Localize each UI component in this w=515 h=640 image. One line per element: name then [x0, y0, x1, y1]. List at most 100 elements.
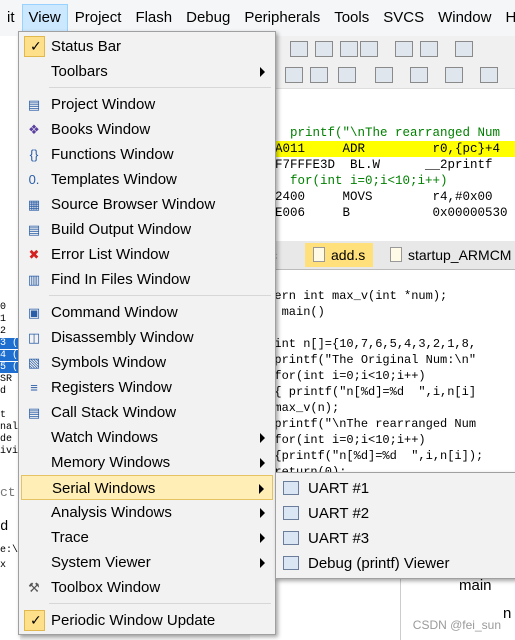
menubar-item-it[interactable]: it	[0, 4, 22, 32]
left-strip-text: 3 (	[0, 338, 19, 349]
code-line: max_v(n);	[260, 401, 340, 415]
menu-item-registers-window[interactable]: ≡ Registers Window	[21, 375, 273, 400]
toolbar-icon[interactable]	[375, 67, 393, 83]
uart-icon	[283, 531, 299, 545]
toolbar-icon[interactable]	[310, 67, 328, 83]
uart-icon	[283, 481, 299, 495]
disassembly-line: printf("\nThe rearranged Num	[260, 126, 501, 140]
editor-tab[interactable]: add.s	[305, 243, 374, 267]
code-line: for(int i=0;i<10;i++)	[260, 369, 426, 383]
menu-separator	[49, 87, 271, 88]
menu-item-build-output-window[interactable]: ▤ Build Output Window	[21, 217, 273, 242]
menu-item-periodic-window-update[interactable]: ✓ Periodic Window Update	[21, 608, 273, 633]
menu-item-symbols-window[interactable]: ▧ Symbols Window	[21, 350, 273, 375]
menubar-item-window[interactable]: Window	[431, 4, 498, 32]
left-strip-text: SR	[0, 374, 13, 385]
menu-item-functions-window[interactable]: {} Functions Window	[21, 142, 273, 167]
menubar-item-debug[interactable]: Debug	[179, 4, 237, 32]
editor-tab-label: startup_ARMCM	[408, 247, 512, 263]
menu-item-templates-window[interactable]: 0. Templates Window	[21, 167, 273, 192]
chevron-right-icon	[260, 67, 265, 77]
code-line: for(int i=0;i<10;i++)	[260, 433, 426, 447]
menu-item-toolbars[interactable]: Toolbars	[21, 59, 273, 84]
code-line: int n[]={10,7,6,5,4,3,2,1,8,	[260, 337, 477, 351]
debug-viewer-icon	[283, 556, 299, 570]
editor-tabs: .cadd.sstartup_ARMCM	[250, 241, 515, 270]
editor-tab[interactable]: startup_ARMCM	[382, 243, 515, 267]
menu-item-status-bar[interactable]: ✓ Status Bar	[21, 34, 273, 59]
menubar-item-flash[interactable]: Flash	[128, 4, 179, 32]
menu-item-system-viewer[interactable]: System Viewer	[21, 550, 273, 575]
left-strip-text: ivi	[0, 446, 19, 457]
toolbar-icon[interactable]	[410, 67, 428, 83]
menu-item-label: Watch Windows	[51, 429, 158, 446]
toolbar-icon[interactable]	[340, 41, 358, 57]
left-strip-text: de	[0, 434, 13, 445]
menubar-item-he[interactable]: He	[498, 4, 515, 32]
left-label-d: d	[0, 519, 9, 535]
left-strip-text: 1	[0, 314, 7, 325]
symbols-icon: ▧	[27, 355, 41, 370]
menu-item-watch-windows[interactable]: Watch Windows	[21, 425, 273, 450]
menubar-item-svcs[interactable]: SVCS	[376, 4, 431, 32]
toolbar-icon[interactable]	[315, 41, 333, 57]
submenu-item-uart-2[interactable]: UART #2	[278, 501, 514, 526]
call-stack-icon: ▤	[27, 405, 41, 420]
left-strip-text: d	[0, 386, 7, 397]
submenu-item-uart-3[interactable]: UART #3	[278, 526, 514, 551]
left-strip-text: 0	[0, 302, 7, 313]
menubar-item-view[interactable]: View	[21, 4, 68, 32]
tree-item-main[interactable]: main	[459, 577, 492, 594]
menu-item-error-list-window[interactable]: ✖ Error List Window	[21, 242, 273, 267]
menubar-item-project[interactable]: Project	[68, 4, 129, 32]
toolbar-icon[interactable]	[455, 41, 473, 57]
toolbar-icon[interactable]	[395, 41, 413, 57]
submenu-item-uart-1[interactable]: UART #1	[278, 476, 514, 501]
menu-item-label: Analysis Windows	[51, 504, 172, 521]
toolbar-icon[interactable]	[420, 41, 438, 57]
toolbar-icon[interactable]	[480, 67, 498, 83]
disassembly-line: C E006 B 0x00000530	[260, 206, 508, 220]
submenu-item-debug-printf-viewer[interactable]: Debug (printf) Viewer	[278, 551, 514, 576]
disassembly-line: for(int i=0;i<10;i++)	[260, 174, 448, 188]
menu-item-toolbox-window[interactable]: ⚒ Toolbox Window	[21, 575, 273, 600]
menu-item-label: Source Browser Window	[51, 196, 216, 213]
toolbar-icon[interactable]	[338, 67, 356, 83]
submenu-item-label: Debug (printf) Viewer	[308, 555, 450, 572]
toolbar-icon[interactable]	[290, 41, 308, 57]
file-icon	[390, 247, 402, 262]
menubar-item-tools[interactable]: Tools	[327, 4, 376, 32]
menu-item-source-browser-window[interactable]: ▦ Source Browser Window	[21, 192, 273, 217]
tree-item-n[interactable]: n	[503, 605, 511, 622]
menu-item-project-window[interactable]: ▤ Project Window	[21, 92, 273, 117]
menu-item-command-window[interactable]: ▣ Command Window	[21, 300, 273, 325]
toolbar-icon[interactable]	[360, 41, 378, 57]
menu-item-label: System Viewer	[51, 554, 151, 571]
code-line: {printf("n[%d]=%d ",i,n[i]);	[260, 449, 484, 463]
toolbar-icon[interactable]	[285, 67, 303, 83]
menu-item-disassembly-window[interactable]: ◫ Disassembly Window	[21, 325, 273, 350]
menu-item-label: Disassembly Window	[51, 329, 194, 346]
menu-item-serial-windows[interactable]: Serial Windows	[21, 475, 273, 500]
menu-item-trace[interactable]: Trace	[21, 525, 273, 550]
templates-icon: 0.	[28, 172, 40, 187]
menu-item-find-in-files-window[interactable]: ▥ Find In Files Window	[21, 267, 273, 292]
uart-icon	[283, 506, 299, 520]
serial-windows-submenu: UART #1 UART #2 UART #3 Debug (printf) View…	[275, 472, 515, 579]
menu-item-label: Memory Windows	[51, 454, 171, 471]
left-strip-text: 2	[0, 326, 7, 337]
chevron-right-icon	[260, 533, 265, 543]
menu-item-label: Templates Window	[51, 171, 177, 188]
menu-item-label: Find In Files Window	[51, 271, 191, 288]
books-icon: ❖	[28, 122, 40, 137]
toolbar-icon[interactable]	[445, 67, 463, 83]
menu-item-analysis-windows[interactable]: Analysis Windows	[21, 500, 273, 525]
menu-item-memory-windows[interactable]: Memory Windows	[21, 450, 273, 475]
disassembly-icon: ◫	[27, 330, 41, 345]
left-label-ct: ct	[0, 485, 16, 500]
menu-item-label: Error List Window	[51, 246, 170, 263]
menubar-item-peripherals[interactable]: Peripherals	[237, 4, 327, 32]
menu-item-books-window[interactable]: ❖ Books Window	[21, 117, 273, 142]
menu-item-label: Registers Window	[51, 379, 172, 396]
menu-item-call-stack-window[interactable]: ▤ Call Stack Window	[21, 400, 273, 425]
